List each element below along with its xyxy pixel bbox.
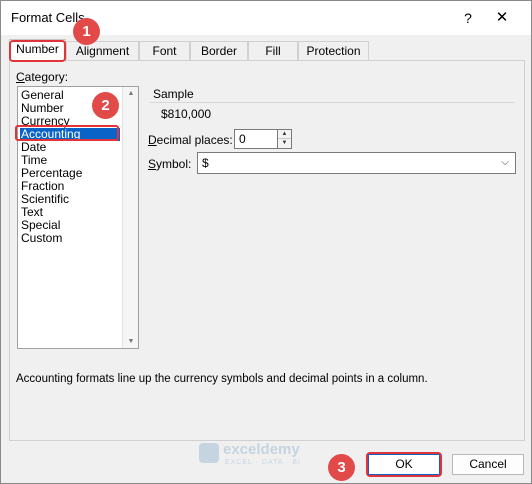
help-icon[interactable]: ? — [456, 5, 480, 31]
step-3-badge: 3 — [328, 454, 355, 481]
decimal-places-spinner[interactable]: ▲ ▼ — [277, 129, 292, 149]
symbol-dropdown[interactable]: $ ⌵ — [197, 152, 516, 174]
watermark-name: exceldemy — [223, 441, 300, 458]
category-label: Category: — [16, 70, 69, 84]
category-item-custom[interactable]: Custom — [21, 232, 62, 245]
format-description: Accounting formats line up the currency … — [16, 373, 428, 385]
symbol-value: $ — [202, 156, 209, 170]
sample-value: $810,000 — [161, 107, 212, 121]
spin-up-icon[interactable]: ▲ — [278, 130, 291, 139]
tab-fill[interactable]: Fill — [248, 41, 298, 61]
dialog-title: Format Cells — [11, 10, 85, 25]
category-scrollbar[interactable]: ▲ ▼ — [122, 87, 138, 348]
scroll-up-icon[interactable]: ▲ — [127, 90, 135, 97]
tab-font[interactable]: Font — [139, 41, 190, 61]
symbol-label: Symbol: — [148, 157, 192, 171]
format-cells-dialog: Format Cells ? ✕ Number Alignment Font B… — [0, 0, 532, 484]
tab-protection[interactable]: Protection — [298, 41, 369, 61]
sample-label: Sample — [153, 87, 194, 101]
step-1-badge: 1 — [73, 18, 100, 45]
ok-button[interactable]: OK — [368, 454, 440, 475]
tab-alignment[interactable]: Alignment — [66, 41, 139, 61]
decimal-places-label: Decimal places: — [148, 133, 233, 147]
scroll-down-icon[interactable]: ▼ — [127, 338, 135, 345]
tab-border[interactable]: Border — [190, 41, 248, 61]
close-icon[interactable]: ✕ — [487, 5, 517, 31]
category-list[interactable]: General Number Currency Accounting Date … — [17, 86, 139, 349]
tab-number[interactable]: Number — [9, 39, 66, 62]
sample-divider — [150, 102, 515, 103]
decimal-places-input[interactable]: 0 — [234, 129, 278, 149]
chevron-down-icon[interactable]: ⌵ — [498, 156, 512, 170]
exceldemy-logo-icon — [199, 443, 219, 463]
cancel-button[interactable]: Cancel — [452, 454, 524, 475]
watermark-tagline: EXCEL · DATA · BI — [225, 459, 301, 466]
step-2-badge: 2 — [92, 92, 119, 119]
spin-down-icon[interactable]: ▼ — [278, 139, 291, 148]
